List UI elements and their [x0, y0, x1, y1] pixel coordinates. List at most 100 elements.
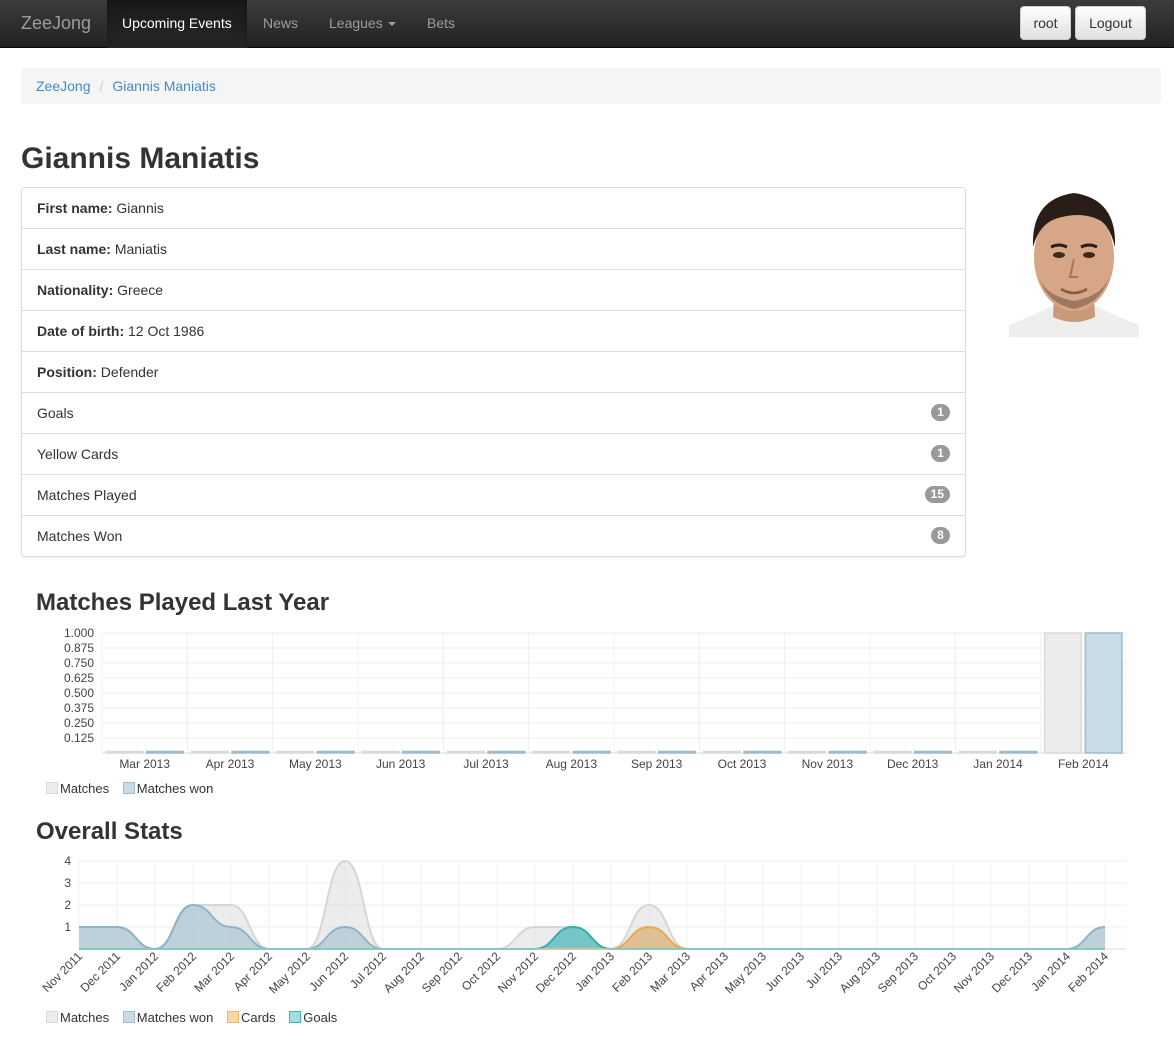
chart1-bar-matches-won [1084, 632, 1123, 754]
chart1-bar-matches-won [828, 750, 867, 754]
chart1-ytick-label: 0.875 [64, 641, 94, 655]
nav-leagues[interactable]: Leagues [314, 0, 411, 48]
overall-stats-title: Overall Stats [36, 818, 183, 845]
chart1-xtick-label: Dec 2013 [887, 757, 939, 771]
chart1-bar-matches [190, 750, 229, 754]
chart2-xtick-label: Dec 2013 [989, 949, 1035, 995]
legend2-cards[interactable]: Cards [226, 1010, 276, 1025]
legend2-swatch-goals [289, 1011, 302, 1023]
chart2-xtick-label: Mar 2012 [191, 949, 237, 995]
chart2-xtick-label: Apr 2013 [687, 949, 732, 994]
chart2-xtick-label: Jan 2013 [572, 949, 617, 994]
chart1-bar-matches [873, 750, 912, 754]
chart2-xtick-label: Nov 2013 [951, 949, 997, 995]
chart1-xtick-label: Nov 2013 [802, 757, 854, 771]
position-label: Position [37, 364, 93, 380]
chart1-bar-matches-won [231, 750, 270, 754]
logout-button[interactable]: Logout [1075, 6, 1146, 40]
legend2-label-cards: Cards [240, 1010, 276, 1025]
chart1-bar-matches [275, 750, 315, 754]
chart2-area-matches-won [79, 905, 1105, 949]
legend-matches-won[interactable]: Matches won [122, 781, 214, 796]
matches-chart-title: Matches Played Last Year [36, 589, 330, 616]
legend-label-matches-won: Matches won [136, 781, 214, 796]
nav-news[interactable]: News [248, 0, 313, 48]
chart1-ytick-label: 0.375 [64, 701, 94, 715]
user-button[interactable]: root [1020, 6, 1071, 40]
goals-label: Goals [37, 405, 74, 421]
brand-logo[interactable]: ZeeJong [21, 13, 91, 34]
matches-won-badge: 8 [931, 527, 950, 544]
chart2-xtick-label: Sep 2013 [875, 949, 921, 995]
page-title: Giannis Maniatis [21, 142, 260, 175]
chart1-ytick-label: 1.000 [64, 626, 94, 640]
matches-chart-legend: Matches Matches won [46, 781, 223, 796]
chart2-xtick-label: Jan 2012 [116, 949, 161, 994]
chart2-xtick-label: Aug 2013 [837, 949, 883, 995]
chart1-bar-matches [787, 750, 827, 754]
chart2-xtick-label: Nov 2011 [40, 949, 86, 995]
matches-played-label: Matches Played [37, 487, 137, 503]
legend2-label-goals: Goals [303, 1010, 338, 1025]
chart1-xtick-label: Jan 2014 [973, 757, 1023, 771]
chart1-bar-matches-won [999, 750, 1038, 754]
nav-upcoming-events[interactable]: Upcoming Events [107, 0, 247, 48]
first-name-value: Giannis [116, 200, 164, 216]
legend2-matches[interactable]: Matches [46, 1010, 109, 1025]
chart2-xtick-label: May 2013 [722, 949, 769, 996]
chart2-ytick-label: 2 [64, 898, 71, 912]
chart1-bar-matches-won [145, 750, 185, 754]
breadcrumb-player[interactable]: Giannis Maniatis [112, 78, 216, 94]
list-item-matches-played: Matches Played 15 [22, 475, 965, 516]
dob-value: 12 Oct 1986 [128, 323, 205, 339]
list-item-nationality: Nationality: Greece [22, 270, 965, 311]
chart1-ytick-label: 0.250 [64, 716, 94, 730]
legend2-matches-won[interactable]: Matches won [122, 1010, 214, 1025]
chart2-xtick-label: Sep 2012 [419, 949, 465, 995]
chart1-ytick-label: 0.625 [64, 671, 94, 685]
legend-swatch-matches [46, 782, 58, 794]
nav-leagues-label: Leagues [329, 15, 383, 31]
chart2-ytick-label: 3 [64, 876, 71, 890]
last-name-value: Maniatis [114, 241, 167, 257]
chart1-bar-matches [361, 750, 400, 754]
chart2-line-goals [79, 925, 1105, 950]
legend-matches[interactable]: Matches [46, 781, 109, 796]
list-item-first-name: First name: Giannis [22, 188, 965, 229]
legend-label-matches: Matches [60, 781, 110, 796]
chart2-area-matches [79, 861, 1105, 949]
chart2-xtick-label: Apr 2012 [231, 949, 276, 994]
yellow-cards-badge: 1 [931, 445, 950, 462]
chart2-area-goals [79, 927, 1105, 949]
yellow-cards-label: Yellow Cards [37, 446, 119, 462]
legend2-label-matches-won: Matches won [136, 1010, 214, 1025]
chart1-bar-matches [958, 750, 997, 754]
chart1-bar-matches-won [657, 750, 697, 754]
chart2-xtick-label: Oct 2012 [459, 949, 504, 994]
chart1-ytick-label: 0.125 [64, 731, 94, 745]
chart2-xtick-label: Jul 2012 [347, 949, 389, 991]
chart2-ytick-label: 1 [64, 920, 71, 934]
list-item-yellow-cards: Yellow Cards 1 [22, 434, 965, 475]
nav-bets[interactable]: Bets [412, 0, 470, 48]
navbar: ZeeJong Upcoming Events News Leagues Bet… [0, 0, 1174, 48]
chart2-xtick-label: Dec 2012 [533, 949, 579, 995]
chart1-xtick-label: Sep 2013 [631, 757, 683, 771]
chevron-down-icon [387, 22, 396, 27]
matches-won-label: Matches Won [37, 528, 123, 544]
first-name-label: First name [37, 200, 108, 216]
chart1-bar-matches-won [572, 750, 611, 754]
chart1-xtick-label: Jun 2013 [376, 757, 426, 771]
legend2-swatch-matches [46, 1011, 58, 1023]
chart1-bar-matches [531, 750, 571, 754]
breadcrumb-home[interactable]: ZeeJong [36, 78, 90, 94]
chart2-xtick-label: Oct 2013 [915, 949, 960, 994]
chart1-xtick-label: Aug 2013 [546, 757, 598, 771]
breadcrumb-separator: / [99, 78, 104, 94]
chart1-bar-matches-won [316, 750, 355, 754]
chart1-bar-matches [1043, 632, 1083, 754]
legend-swatch-matches-won [122, 782, 135, 794]
legend2-goals[interactable]: Goals [289, 1010, 337, 1025]
chart1-ytick-label: 0.750 [64, 656, 94, 670]
chart2-xtick-label: Feb 2014 [1065, 949, 1111, 995]
